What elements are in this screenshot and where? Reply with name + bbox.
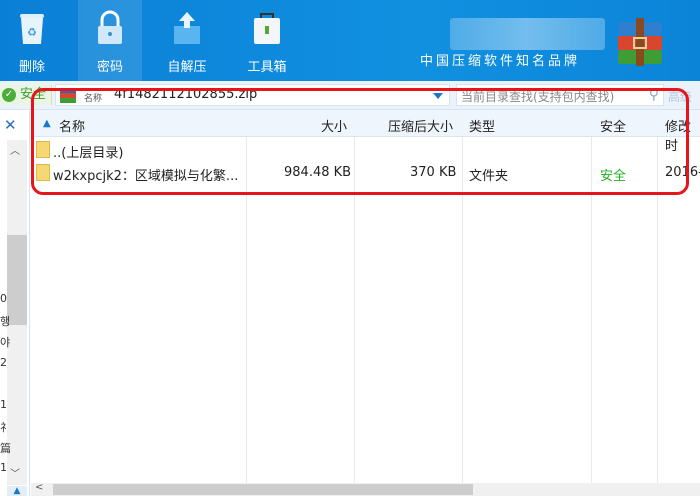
scroll-up-icon[interactable]: ︿ [10, 142, 20, 157]
toolbox-icon [254, 13, 280, 44]
clipped-text: 야 [0, 336, 11, 349]
scroll-down-icon[interactable]: ﹀ [10, 465, 20, 480]
delete-label: 删除 [18, 60, 45, 75]
safe-label: 安全 [20, 87, 47, 102]
scrollbar-thumb[interactable] [7, 235, 27, 325]
address-bar: ✓ 安全 名称 4f1482112102855.zip 当前目录查找(支持包内查找… [0, 81, 700, 110]
blurred-brand [450, 18, 605, 50]
header-packed[interactable]: 压缩后大小 [388, 116, 453, 135]
delete-button[interactable]: ♻ 删除 [0, 0, 64, 81]
toolbox-label: 工具箱 [247, 60, 287, 75]
box-upload-icon [174, 12, 200, 44]
row-modified: 2016- [665, 165, 700, 180]
self-extract-button[interactable]: 自解压 [155, 0, 219, 81]
folder-icon [36, 164, 50, 181]
lock-icon [98, 10, 122, 44]
expand-up-icon[interactable]: ▲ [7, 486, 27, 496]
row-packed: 370 KB [410, 165, 457, 180]
winrar-logo-icon [618, 18, 662, 66]
header-name[interactable]: 名称 [59, 116, 85, 135]
horizontal-scrollbar[interactable]: < [31, 482, 700, 496]
scrollbar-thumb[interactable] [53, 484, 473, 495]
row-security: 安全 [600, 169, 627, 184]
table-row[interactable]: w2kxpcjk2：区域模拟与化繁... 984.48 KB 370 KB 文件… [31, 161, 700, 184]
clipped-text: 篇 [0, 442, 11, 455]
row-size: 984.48 KB [284, 165, 352, 180]
header-size[interactable]: 大小 [321, 116, 347, 135]
svg-text:♻: ♻ [27, 26, 37, 39]
file-list: ▲ 名称 大小 压缩后大小 类型 安全 修改时 ..(上层目录) w2kxpcj… [31, 110, 700, 483]
slogan: 中国压缩软件知名品牌 [420, 54, 581, 69]
search-icon[interactable]: ⚲ [649, 87, 659, 103]
archive-icon [60, 88, 76, 103]
clipped-text: 礻 [0, 421, 11, 434]
clipped-text: 1 [0, 398, 7, 411]
close-icon[interactable]: ✕ [4, 116, 17, 134]
path-field[interactable]: 名称 4f1482112102855.zip [55, 84, 450, 106]
search-input[interactable]: 当前目录查找(支持包内查找) ⚲ [456, 84, 664, 106]
password-label: 密码 [96, 60, 123, 75]
search-placeholder: 当前目录查找(支持包内查找) [461, 90, 615, 104]
toolbox-button[interactable]: 工具箱 [235, 0, 299, 81]
toolbar: ♻ 删除 密码 自解压 工具箱 中国压缩软件知名品牌 [0, 0, 700, 81]
path-text: 4f1482112102855.zip [114, 87, 258, 102]
folder-icon [36, 141, 50, 158]
advanced-button[interactable]: 高级 [668, 88, 692, 105]
table-row[interactable]: ..(上层目录) [31, 138, 700, 161]
clipped-text: 1 [0, 461, 7, 474]
row-type: 文件夹 [469, 169, 509, 184]
row-name: ..(上层目录) [53, 146, 124, 161]
drag-overlay-text: 名称 [84, 94, 103, 104]
clipped-text: 행 [0, 315, 11, 328]
column-header-row: ▲ 名称 大小 压缩后大小 类型 安全 修改时 [31, 110, 700, 154]
clipped-text: 0 [0, 292, 7, 305]
left-pane: ✕ ︿ ﹀ 0 행 야 2 1 礻 篇 1 ▲ [0, 110, 30, 496]
clipped-text: 2 [0, 356, 7, 369]
recycle-bin-icon: ♻ [20, 14, 44, 44]
header-type[interactable]: 类型 [469, 116, 495, 135]
safe-indicator[interactable]: ✓ 安全 [0, 85, 52, 105]
chevron-down-icon[interactable] [433, 93, 443, 99]
header-security[interactable]: 安全 [600, 116, 626, 135]
shield-check-icon: ✓ [2, 88, 16, 102]
self-extract-label: 自解压 [167, 60, 207, 75]
password-button[interactable]: 密码 [78, 0, 142, 81]
sort-up-icon: ▲ [43, 118, 51, 129]
row-name: w2kxpcjk2：区域模拟与化繁... [53, 169, 239, 184]
scroll-left-icon[interactable]: < [35, 482, 43, 493]
